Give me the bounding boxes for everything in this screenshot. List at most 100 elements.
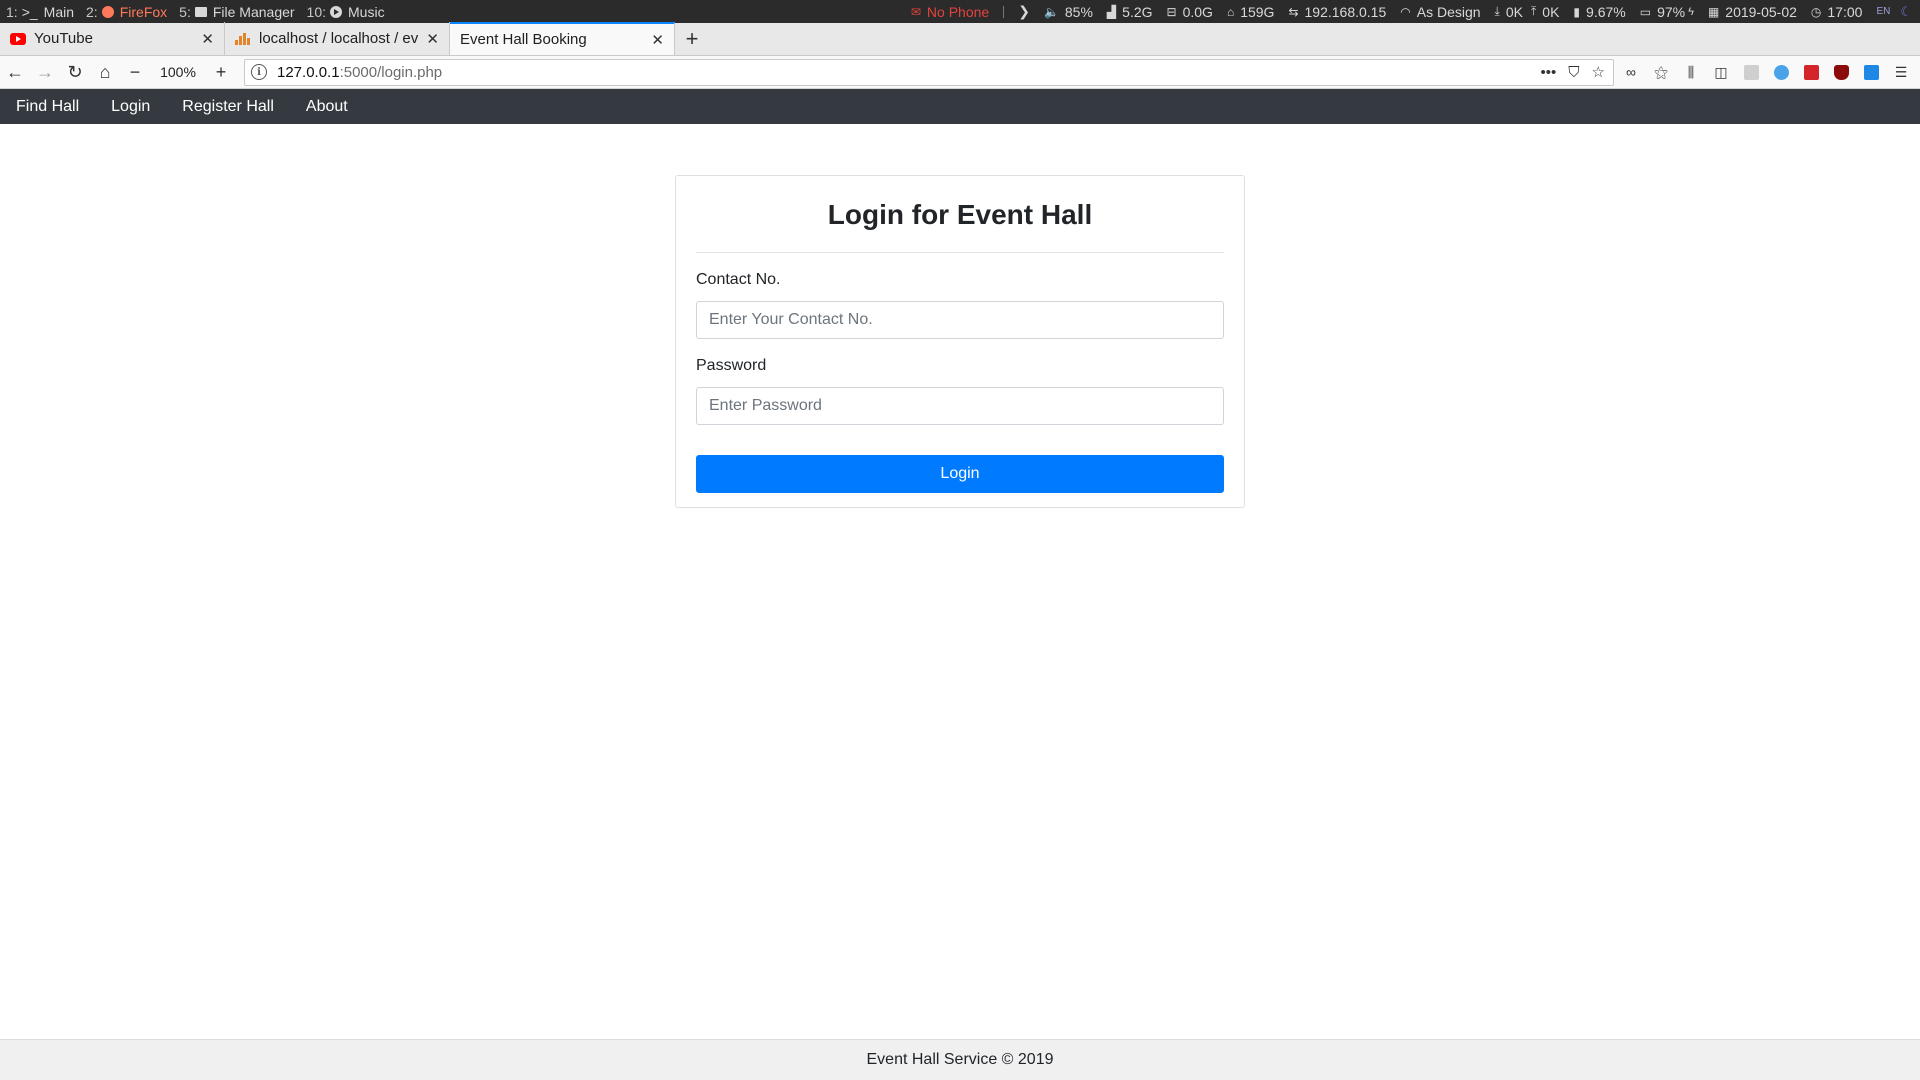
- close-icon[interactable]: ✕: [201, 30, 214, 48]
- arrow-left-icon: ←: [6, 61, 24, 82]
- back-button[interactable]: ←: [0, 58, 30, 86]
- password-input[interactable]: [696, 387, 1224, 425]
- login-button[interactable]: Login: [696, 455, 1224, 493]
- more-actions-icon[interactable]: •••: [1541, 64, 1557, 81]
- library-icon[interactable]: ⫼: [1682, 63, 1700, 81]
- minus-icon: −: [129, 61, 141, 82]
- workspace-main[interactable]: 1: >_ Main: [6, 4, 74, 20]
- workspace-list: 1: >_ Main 2: FireFox 5: File Manager 10…: [0, 4, 397, 20]
- night-mode-icon[interactable]: ☾: [1900, 4, 1912, 20]
- close-icon[interactable]: ✕: [426, 30, 439, 48]
- forward-button[interactable]: →: [30, 58, 60, 86]
- wifi-name: As Design: [1416, 3, 1481, 20]
- hamburger-menu-icon[interactable]: ☰: [1892, 63, 1910, 81]
- workspace-firefox[interactable]: 2: FireFox: [86, 4, 167, 20]
- reload-button[interactable]: ↻: [60, 58, 90, 86]
- extension-toolbar: ∞ ⚝ ⫼ ◫ ☰: [1622, 63, 1920, 81]
- workspace-number: 2:: [86, 3, 98, 20]
- workspace-label: File Manager: [212, 3, 295, 20]
- workspace-label: Music: [348, 3, 385, 20]
- memory-value: 5.2G: [1122, 3, 1153, 20]
- private-mask-icon[interactable]: ∞: [1622, 63, 1640, 81]
- workspace-music[interactable]: 10: Music: [307, 4, 385, 20]
- workspace-number: 5:: [179, 3, 191, 20]
- time-status: ◷ 17:00: [1811, 4, 1863, 20]
- browser-tab-strip: YouTube ✕ localhost / localhost / ev ✕ E…: [0, 22, 1920, 56]
- volume-status[interactable]: 🔈 85%: [1044, 4, 1093, 20]
- firefox-icon: [101, 5, 114, 18]
- home-disk-value: 159G: [1240, 3, 1275, 20]
- upload-status: ⤒ 0K: [1531, 4, 1559, 20]
- tab-phpmyadmin[interactable]: localhost / localhost / ev ✕: [225, 22, 450, 55]
- download-icon: ⤓: [1494, 4, 1500, 18]
- divider: [1003, 5, 1005, 18]
- clock-icon: ◷: [1810, 4, 1822, 19]
- footer-text: Event Hall Service © 2019: [866, 1051, 1054, 1068]
- date-value: 2019-05-02: [1725, 3, 1797, 20]
- system-status-bar: 1: >_ Main 2: FireFox 5: File Manager 10…: [0, 0, 1920, 23]
- reading-list-icon[interactable]: ⚝: [1652, 63, 1670, 81]
- date-status: ▦ 2019-05-02: [1708, 4, 1797, 20]
- contact-label: Contact No.: [696, 271, 781, 288]
- extension-bird-icon[interactable]: [1772, 63, 1790, 81]
- tab-event-hall-booking[interactable]: Event Hall Booking ✕: [450, 22, 675, 55]
- workspace-label: Main: [43, 3, 75, 20]
- memory-chart-icon: ▟: [1106, 4, 1117, 19]
- phone-off-icon: ✉: [910, 4, 921, 19]
- extension-pen-icon[interactable]: [1802, 63, 1820, 81]
- page-footer: Event Hall Service © 2019: [0, 1039, 1920, 1080]
- url-actions: ••• ⛉ ☆: [1541, 63, 1613, 82]
- workspace-label: FireFox: [119, 3, 168, 20]
- tab-label: Event Hall Booking: [460, 31, 587, 48]
- cpu-status: ▮ 9.67%: [1573, 4, 1625, 20]
- close-icon[interactable]: ✕: [651, 31, 664, 49]
- nav-about[interactable]: About: [306, 98, 348, 116]
- tab-youtube[interactable]: YouTube ✕: [0, 22, 225, 55]
- extension-blue-icon[interactable]: [1862, 63, 1880, 81]
- reload-icon: ↻: [67, 61, 83, 82]
- wifi-status[interactable]: ◠ As Design: [1400, 4, 1480, 20]
- nav-login[interactable]: Login: [111, 98, 150, 116]
- folder-icon: [194, 6, 207, 17]
- plus-icon: +: [215, 61, 227, 82]
- battery-value: 97%: [1657, 3, 1686, 20]
- login-card: Login for Event Hall Contact No. Passwor…: [675, 175, 1245, 508]
- workspace-file-manager[interactable]: 5: File Manager: [179, 4, 294, 20]
- disk-icon: ⊟: [1166, 4, 1177, 19]
- youtube-icon: [10, 31, 26, 47]
- battery-status: ▭ 97% ϟ: [1640, 4, 1694, 20]
- phpmyadmin-icon: [235, 31, 251, 47]
- pocket-icon[interactable]: ⛉: [1568, 64, 1579, 81]
- network-status: ⇆ 192.168.0.15: [1288, 4, 1386, 20]
- zoom-in-button[interactable]: +: [206, 58, 236, 86]
- play-icon: [330, 5, 343, 18]
- info-icon[interactable]: i: [251, 64, 267, 80]
- zoom-out-button[interactable]: −: [120, 58, 150, 86]
- battery-icon: ▭: [1639, 4, 1652, 19]
- nav-find-hall[interactable]: Find Hall: [16, 98, 79, 116]
- new-tab-button[interactable]: +: [675, 22, 709, 55]
- keyboard-layout[interactable]: EN: [1876, 6, 1890, 17]
- ethernet-icon: ⇆: [1288, 4, 1299, 19]
- time-value: 17:00: [1827, 3, 1863, 20]
- zoom-level[interactable]: 100%: [154, 64, 202, 80]
- swap-status: ⊟ 0.0G: [1167, 4, 1213, 20]
- contact-input[interactable]: [696, 301, 1224, 339]
- bookmark-star-icon[interactable]: ☆: [1592, 63, 1605, 81]
- workspace-number: 10:: [306, 3, 327, 20]
- volume-value: 85%: [1064, 3, 1093, 20]
- ublock-icon[interactable]: [1832, 63, 1850, 81]
- home-button[interactable]: ⌂: [90, 58, 120, 86]
- workspace-number: 1:: [6, 3, 18, 20]
- charging-icon: ϟ: [1688, 5, 1694, 18]
- extension-gray-icon[interactable]: [1742, 63, 1760, 81]
- wifi-icon: ◠: [1400, 4, 1411, 19]
- password-label: Password: [696, 357, 767, 374]
- sidebar-icon[interactable]: ◫: [1712, 63, 1730, 81]
- calendar-icon: ▦: [1707, 4, 1720, 19]
- chevron-status: ❯: [1018, 3, 1030, 20]
- url-bar[interactable]: i 127.0.0.1:5000/login.php ••• ⛉ ☆: [244, 58, 1614, 86]
- page-title: Login for Event Hall: [827, 199, 1093, 230]
- tab-label: YouTube: [34, 30, 93, 47]
- nav-register-hall[interactable]: Register Hall: [182, 98, 274, 116]
